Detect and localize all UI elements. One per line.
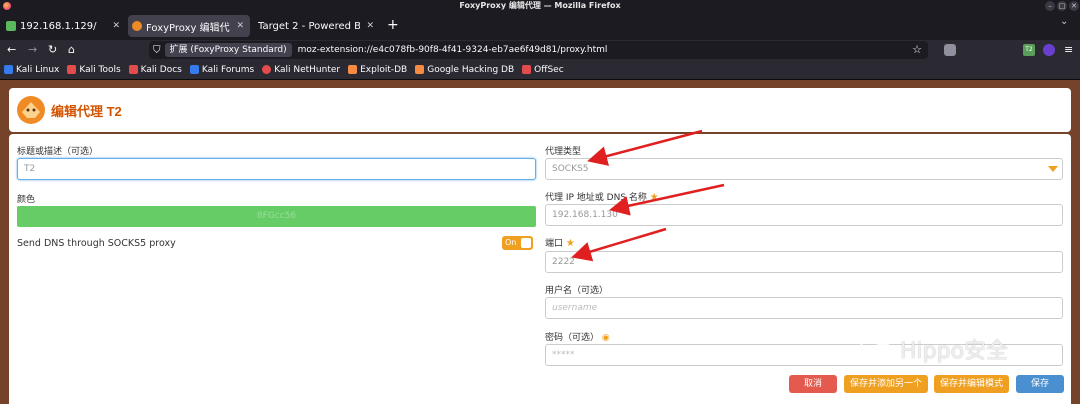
forward-icon[interactable]: → [28,43,37,57]
minimize-icon[interactable]: – [1045,1,1055,11]
nethunter-icon [262,65,272,74]
save-edit-patterns-button[interactable]: 保存并编辑模式 [934,375,1009,393]
bookmark-label: Kali Docs [140,64,182,75]
port-label: 端口 ★ [545,236,575,249]
extension-identity[interactable]: 扩展 (FoxyProxy Standard) [164,43,292,57]
proxy-type-value: SOCKS5 [552,164,589,174]
bookmark-label: Kali NetHunter [274,64,341,75]
bookmark-kali-docs[interactable]: Kali Docs [128,64,182,75]
required-star-icon: ★ [565,238,575,249]
close-icon[interactable]: ✕ [112,21,120,31]
kali-icon [4,65,13,74]
exploit-db-icon [348,65,358,74]
close-icon[interactable]: ✕ [236,21,244,31]
window-title: FoxyProxy 编辑代理 — Mozilla Firefox [459,1,621,10]
close-window-icon[interactable]: ✕ [1069,1,1079,11]
url-text[interactable]: moz-extension://e4c078fb-90f8-4f41-9324-… [298,45,608,55]
dns-socks5-toggle[interactable]: On [502,236,533,250]
tab-label: Target 2 - Powered By BageC [258,20,361,32]
watermark: Hippo安全 [860,333,1008,365]
port-label-text: 端口 [545,239,564,249]
menu-icon[interactable]: ≡ [1064,43,1073,57]
ghdb-icon [415,65,425,74]
back-icon[interactable]: ← [7,43,16,57]
reload-icon[interactable]: ↻ [48,43,57,57]
port-input[interactable]: 2222 [545,251,1063,273]
color-label: 颜色 [17,195,36,205]
wechat-icon [860,337,894,361]
bookmark-label: Exploit-DB [360,64,408,75]
proxy-type-select[interactable]: SOCKS5 [545,158,1063,180]
foxyproxy-logo-icon [17,96,45,124]
bookmark-offsec[interactable]: OffSec [522,64,564,75]
proxy-type-label: 代理类型 [545,147,582,157]
save-button[interactable]: 保存 [1016,375,1064,393]
proxy-ip-label-text: 代理 IP 地址或 DNS 名称 [545,193,647,203]
new-tab-icon[interactable]: + [387,16,399,34]
title-input[interactable]: T2 [17,158,536,180]
foxyproxy-icon [132,21,142,31]
bookmark-star-icon[interactable]: ☆ [912,43,922,56]
bookmarks-toolbar: Kali Linux Kali Tools Kali Docs Kali For… [0,60,1080,80]
page-title: 编辑代理 T2 [51,103,122,119]
save-add-another-button[interactable]: 保存并添加另一个 [844,375,928,393]
proxy-ip-input[interactable]: 192.168.1.130 [545,204,1063,226]
extension-icon[interactable] [1043,44,1055,56]
watermark-text: Hippo安全 [900,339,1009,364]
username-label: 用户名（可选） [545,286,609,296]
chevron-down-icon [1048,166,1058,172]
maximize-icon[interactable]: □ [1057,1,1067,11]
proxy-ip-label: 代理 IP 地址或 DNS 名称 ★ [545,190,659,203]
bookmark-kali-nethunter[interactable]: Kali NetHunter [262,65,340,75]
bookmark-google-hacking-db[interactable]: Google Hacking DB [415,65,514,75]
bookmark-label: Kali Forums [201,64,255,75]
tab-target-2[interactable]: Target 2 - Powered By BageC ✕ [254,15,380,37]
chevron-down-icon[interactable]: ⌄ [1060,16,1068,27]
bookmark-label: Kali Linux [16,64,60,75]
navigation-toolbar: ← → ↻ ⌂ ⛉ 扩展 (FoxyProxy Standard) moz-ex… [0,40,1080,60]
eye-icon[interactable]: ◉ [602,333,610,343]
site-icon [6,21,16,31]
offsec-icon [522,65,532,74]
kali-docs-icon [128,65,138,74]
foxyproxy-toolbar-icon[interactable]: T2 [1023,44,1035,56]
password-label-text: 密码（可选） [545,333,600,343]
bookmark-kali-forums[interactable]: Kali Forums [189,64,255,75]
tab-strip: 192.168.1.129/ ✕ FoxyProxy 编辑代理 ✕ Target… [0,12,1080,40]
tab-foxyproxy[interactable]: FoxyProxy 编辑代理 ✕ [128,15,250,37]
shield-icon: ⛉ [153,44,161,56]
url-bar[interactable]: ⛉ 扩展 (FoxyProxy Standard) moz-extension:… [149,41,928,59]
tab-label: FoxyProxy 编辑代理 [146,22,231,34]
kali-tools-icon [67,65,77,74]
pocket-icon[interactable] [944,44,956,56]
bookmark-exploit-db[interactable]: Exploit-DB [348,65,407,75]
page-header: 编辑代理 T2 [9,88,1071,132]
bookmark-label: Google Hacking DB [427,64,515,75]
tab-label: 192.168.1.129/ [20,20,97,32]
toggle-knob [521,238,531,248]
toggle-state: On [505,238,517,247]
title-label: 标题或描述（可选） [17,147,99,157]
dns-socks5-label: Send DNS through SOCKS5 proxy [17,238,176,249]
color-picker[interactable]: 8FGcc56 [17,206,536,227]
username-input[interactable]: username [545,297,1063,319]
close-icon[interactable]: ✕ [366,21,374,31]
window-titlebar: FoxyProxy 编辑代理 — Mozilla Firefox – □ ✕ [0,0,1080,12]
bookmark-kali-tools[interactable]: Kali Tools [67,64,121,75]
cancel-button[interactable]: 取消 [789,375,837,393]
bookmark-label: OffSec [534,64,564,75]
bookmark-label: Kali Tools [79,64,121,75]
password-label: 密码（可选） ◉ [545,330,610,343]
kali-forums-icon [189,65,199,74]
bookmark-kali-linux[interactable]: Kali Linux [4,65,59,75]
home-icon[interactable]: ⌂ [68,43,75,57]
tab-192-168-1-129[interactable]: 192.168.1.129/ ✕ [2,15,126,37]
required-star-icon: ★ [649,192,659,203]
